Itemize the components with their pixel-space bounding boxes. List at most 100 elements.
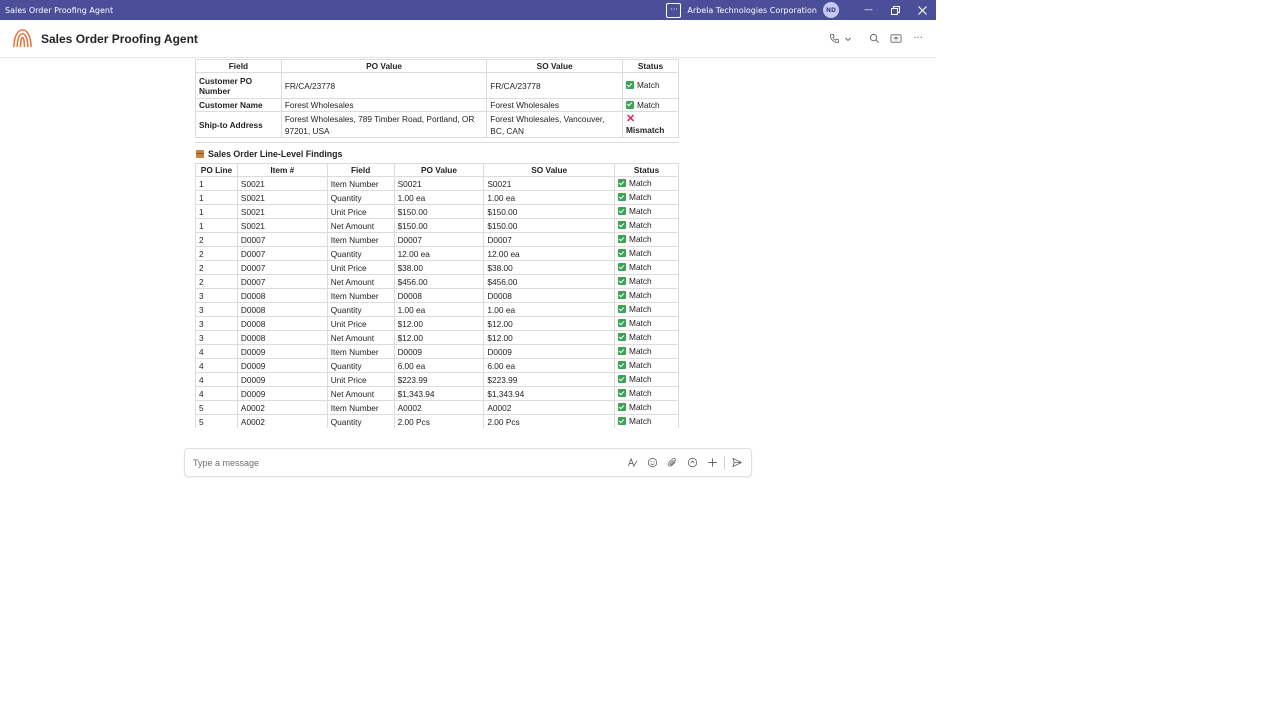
field-cell: Item Number — [326, 232, 395, 247]
status-badge: Match — [629, 346, 652, 356]
check-icon — [618, 249, 627, 257]
share-screen-icon[interactable] — [886, 29, 906, 49]
po-value-cell: $223.99 — [393, 372, 485, 387]
restore-icon[interactable] — [882, 0, 909, 20]
status-badge: Match — [629, 220, 652, 230]
status-cell: ✕ Mismatch — [622, 111, 679, 138]
item-number-cell: A0002 — [236, 414, 328, 428]
loop-icon[interactable] — [682, 453, 702, 473]
field-cell: Net Amount — [326, 218, 395, 233]
table-header-row: Field PO Value SO Value Status — [195, 59, 679, 73]
item-number-cell: S0021 — [236, 204, 328, 219]
po-line-cell: 3 — [195, 302, 238, 317]
check-icon — [618, 291, 627, 299]
status-cell: Match — [614, 330, 679, 345]
format-icon[interactable] — [622, 453, 642, 473]
so-value-cell: $223.99 — [483, 372, 616, 387]
so-value-cell: D0009 — [483, 344, 616, 359]
check-icon — [618, 305, 627, 313]
plus-icon[interactable] — [702, 453, 722, 473]
item-number-cell: D0008 — [236, 288, 328, 303]
more-options-icon[interactable]: ··· — [666, 2, 682, 18]
line-findings-table: PO Line Item # Field PO Value SO Value S… — [195, 163, 679, 428]
avatar[interactable]: ND — [823, 2, 839, 18]
column-header: PO Line — [195, 163, 238, 177]
minimize-icon[interactable]: — — [855, 0, 882, 20]
po-line-cell: 1 — [195, 204, 238, 219]
item-number-cell: S0021 — [236, 218, 328, 233]
send-icon[interactable] — [727, 453, 747, 473]
po-value-cell: Forest Wholesales, 789 Timber Road, Port… — [280, 111, 488, 138]
status-badge: Match — [629, 276, 652, 286]
so-value-cell: 1.00 ea — [483, 190, 616, 205]
agent-logo-icon — [13, 29, 32, 48]
status-cell: Match — [614, 316, 679, 331]
table-row: 1 S0021 Item Number S0021 S0021 Match — [195, 176, 679, 191]
divider — [724, 455, 725, 470]
page-title: Sales Order Proofing Agent — [41, 31, 198, 46]
table-row: 5 A0002 Quantity 2.00 Pcs 2.00 Pcs Match — [195, 414, 679, 428]
status-cell: Match — [614, 288, 679, 303]
so-value-cell: $12.00 — [483, 330, 616, 345]
so-value-cell: D0007 — [483, 232, 616, 247]
table-row: 5 A0002 Item Number A0002 A0002 Match — [195, 400, 679, 415]
status-cell: Match — [614, 400, 679, 415]
check-icon — [618, 417, 627, 425]
message-composer — [184, 448, 752, 477]
table-row: 3 D0008 Unit Price $12.00 $12.00 Match — [195, 316, 679, 331]
so-value-cell: 6.00 ea — [483, 358, 616, 373]
field-cell: Unit Price — [326, 260, 395, 275]
message-input[interactable] — [185, 457, 622, 468]
item-number-cell: D0008 — [236, 316, 328, 331]
so-value-cell: $12.00 — [483, 316, 616, 331]
check-icon — [626, 81, 634, 89]
po-value-cell: 6.00 ea — [393, 358, 485, 373]
po-value-cell: 2.00 Pcs — [393, 414, 485, 428]
check-icon — [618, 179, 627, 187]
so-value-cell: 2.00 Pcs — [483, 414, 616, 428]
column-header: SO Value — [483, 163, 616, 177]
status-badge: Match — [629, 388, 652, 398]
table-row: Customer Name Forest Wholesales Forest W… — [195, 98, 679, 112]
so-value-cell: FR/CA/23778 — [486, 72, 623, 99]
search-icon[interactable] — [864, 29, 884, 49]
po-line-cell: 4 — [195, 358, 238, 373]
po-line-cell: 5 — [195, 400, 238, 415]
org-name[interactable]: Arbela Technologies Corporation — [687, 6, 817, 15]
field-cell: Net Amount — [326, 274, 395, 289]
status-badge: Match — [629, 402, 652, 412]
field-cell: Item Number — [326, 288, 395, 303]
section-heading: Sales Order Line-Level Findings — [196, 149, 679, 159]
chevron-down-icon[interactable] — [842, 29, 854, 49]
field-cell: Quantity — [326, 358, 395, 373]
attach-icon[interactable] — [662, 453, 682, 473]
status-badge: Match — [629, 234, 652, 244]
item-number-cell: D0007 — [236, 246, 328, 261]
column-header: Field — [326, 163, 395, 177]
status-badge: Match — [629, 332, 652, 342]
status-badge: Match — [629, 360, 652, 370]
so-value-cell: Forest Wholesales, Vancouver, BC, CAN — [486, 111, 623, 138]
close-icon[interactable] — [909, 0, 936, 20]
table-row: Ship-to Address Forest Wholesales, 789 T… — [195, 111, 679, 138]
so-value-cell: 1.00 ea — [483, 302, 616, 317]
column-header: Item # — [236, 163, 328, 177]
po-value-cell: $38.00 — [393, 260, 485, 275]
call-icon[interactable] — [824, 29, 844, 49]
table-row: 1 S0021 Net Amount $150.00 $150.00 Match — [195, 218, 679, 233]
window-title: Sales Order Proofing Agent — [5, 5, 114, 15]
status-badge: Mismatch — [626, 124, 665, 135]
emoji-icon[interactable] — [642, 453, 662, 473]
column-header: Status — [622, 59, 679, 73]
message-area[interactable]: Field PO Value SO Value Status Customer … — [190, 58, 689, 428]
field-cell: Unit Price — [326, 316, 395, 331]
po-line-cell: 1 — [195, 218, 238, 233]
status-cell: Match — [614, 386, 679, 401]
section-title: Sales Order Line-Level Findings — [208, 149, 343, 159]
po-line-cell: 2 — [195, 246, 238, 261]
table-row: 3 D0008 Net Amount $12.00 $12.00 Match — [195, 330, 679, 345]
field-cell: Item Number — [326, 400, 395, 415]
item-number-cell: D0007 — [236, 232, 328, 247]
more-icon[interactable]: ··· — [908, 29, 928, 49]
po-value-cell: 1.00 ea — [393, 190, 485, 205]
